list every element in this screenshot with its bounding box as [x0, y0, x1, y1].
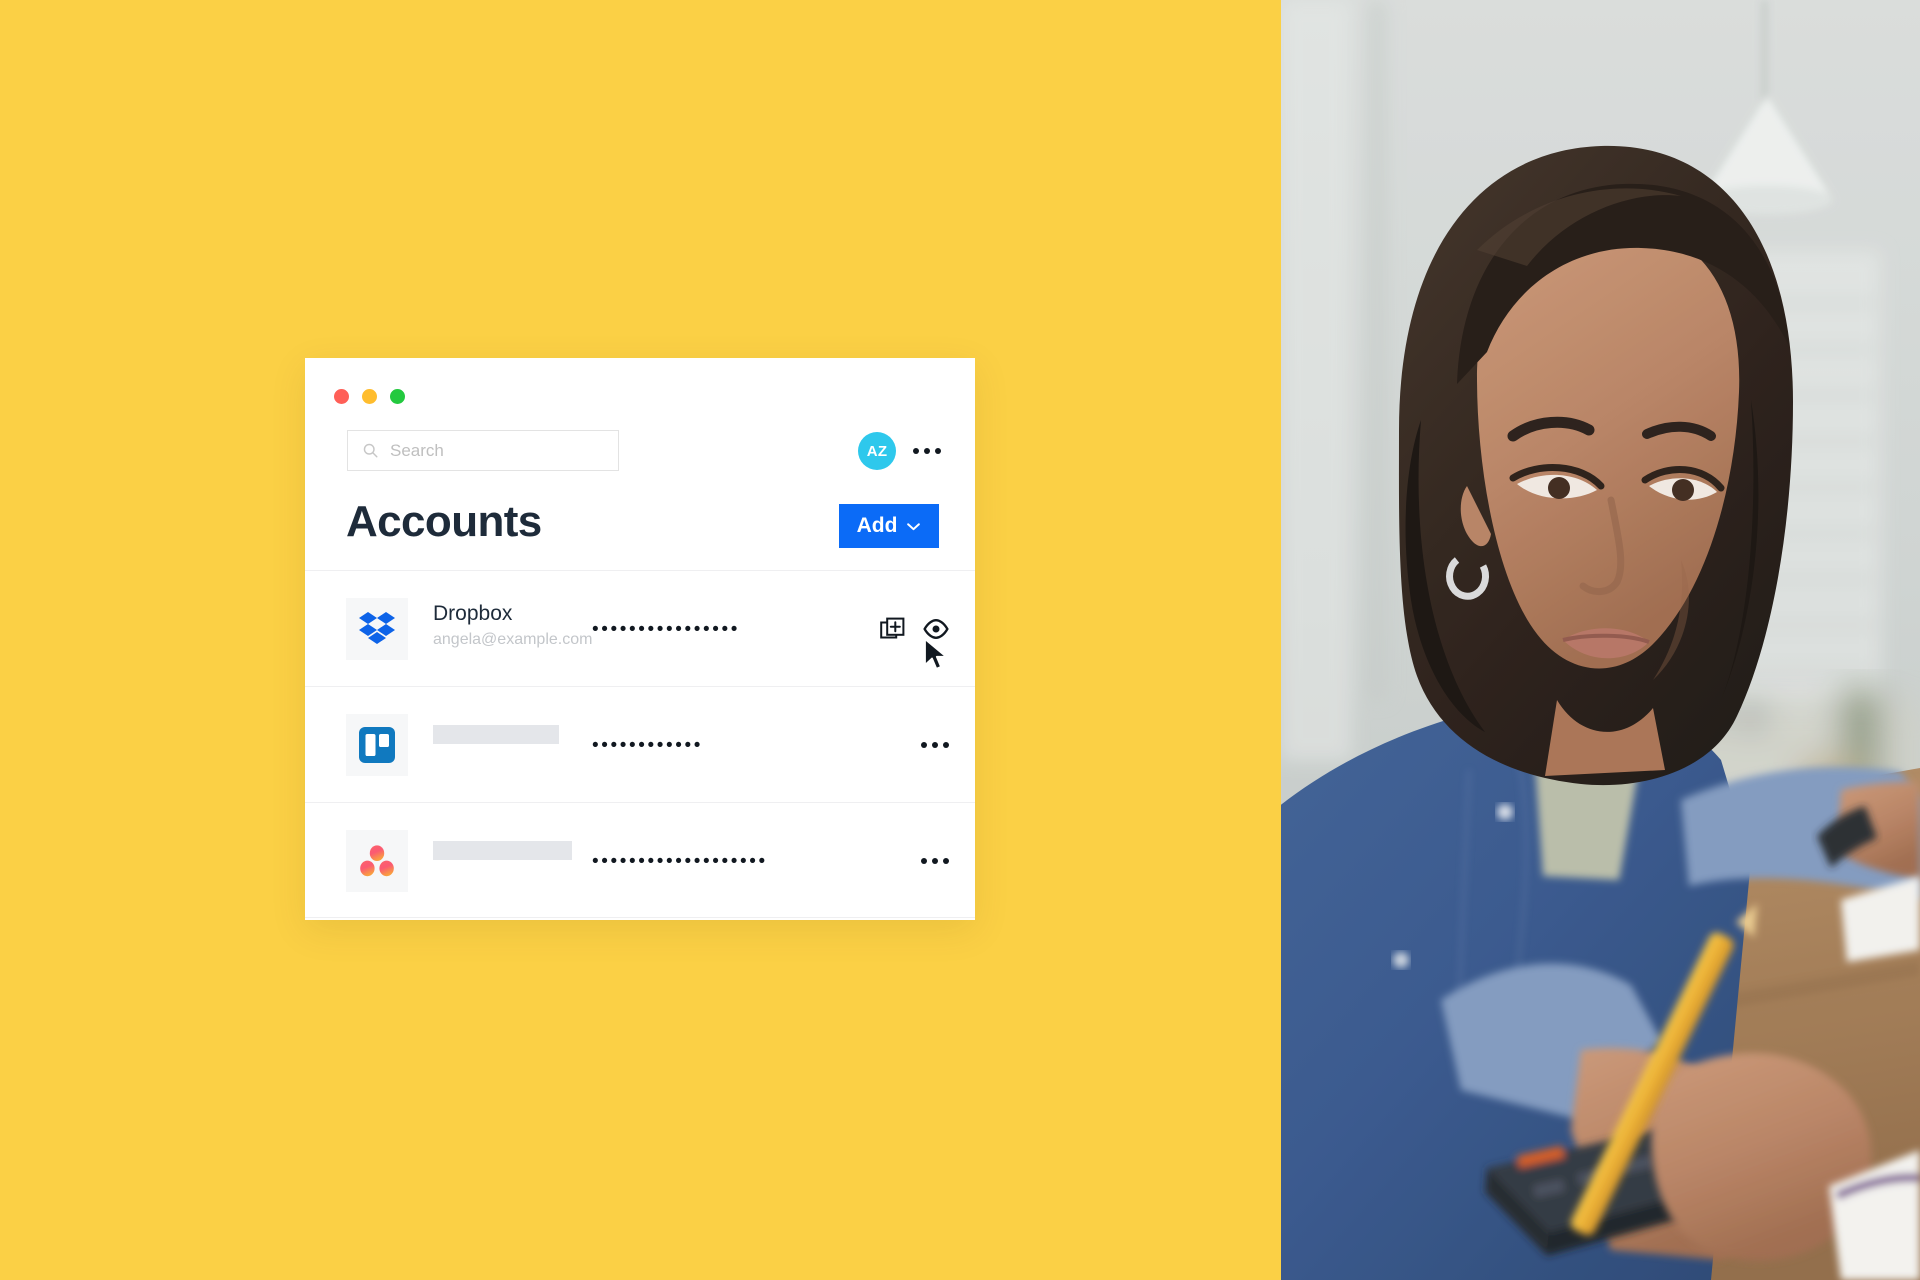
row-actions [921, 687, 949, 803]
dropbox-logo [346, 598, 408, 660]
window-titlebar [305, 358, 975, 420]
zoom-button[interactable] [390, 389, 405, 404]
table-row[interactable]: ••••••••••••••••••• [305, 802, 975, 918]
password-mask: •••••••••••••••• [592, 618, 741, 640]
row-actions [879, 571, 949, 687]
reveal-password-icon [923, 619, 949, 639]
copy-password-icon [879, 617, 904, 638]
add-button-label: Add [856, 514, 898, 537]
trello-logo [346, 714, 408, 776]
row-overflow-menu-button[interactable] [921, 742, 949, 748]
toolbar: AZ [305, 420, 975, 488]
ellipsis-horizontal-icon [924, 448, 930, 454]
ellipsis-horizontal-icon [935, 448, 941, 454]
page-title: Accounts [346, 497, 542, 546]
avatar[interactable]: AZ [858, 432, 896, 470]
hidden-account-name-placeholder [433, 841, 572, 860]
ellipsis-horizontal-icon [913, 448, 919, 454]
trello-logo-icon [359, 727, 395, 763]
chevron-down-icon [907, 522, 921, 530]
accounts-list: Dropbox angela@example.com •••••••••••••… [305, 570, 975, 918]
add-button[interactable]: Add [839, 504, 939, 548]
ellipsis-horizontal-icon [943, 742, 949, 748]
reveal-password-button[interactable] [923, 616, 949, 642]
screenshot-stage: AZ Accounts Add [0, 0, 1920, 1280]
search-input[interactable] [390, 440, 590, 461]
password-manager-window: AZ Accounts Add [305, 358, 975, 920]
minimize-button[interactable] [362, 389, 377, 404]
ellipsis-horizontal-icon [921, 742, 927, 748]
table-row[interactable]: •••••••••••• [305, 686, 975, 802]
traffic-light-buttons [334, 389, 405, 404]
row-overflow-menu-button[interactable] [921, 858, 949, 864]
asana-logo-icon [360, 845, 394, 877]
ellipsis-horizontal-icon [921, 858, 927, 864]
copy-password-button[interactable] [879, 616, 905, 642]
asana-logo [346, 830, 408, 892]
page-header: Accounts Add [305, 488, 975, 570]
password-mask: ••••••••••••••••••• [592, 850, 768, 872]
ellipsis-horizontal-icon [932, 858, 938, 864]
password-mask: •••••••••••• [592, 734, 704, 756]
ellipsis-horizontal-icon [932, 742, 938, 748]
row-actions [921, 803, 949, 919]
hidden-account-name-placeholder [433, 725, 559, 744]
close-button[interactable] [334, 389, 349, 404]
dropbox-logo-icon [359, 612, 395, 644]
header-overflow-menu-button[interactable] [913, 448, 941, 454]
lifestyle-photo [1281, 0, 1920, 1280]
ellipsis-horizontal-icon [943, 858, 949, 864]
table-row[interactable]: Dropbox angela@example.com •••••••••••••… [305, 570, 975, 686]
search-icon [363, 443, 378, 458]
search-box[interactable] [347, 430, 619, 471]
